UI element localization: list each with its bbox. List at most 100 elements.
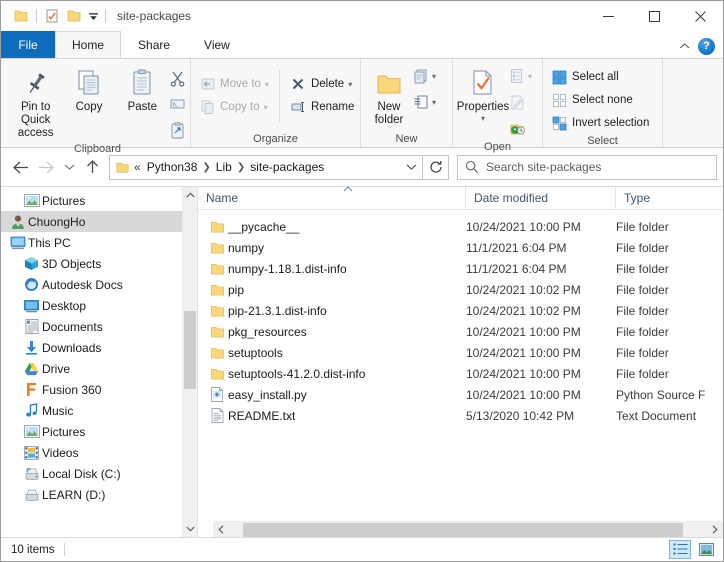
sidebar-item-downloads[interactable]: Downloads bbox=[1, 337, 197, 358]
table-row[interactable]: numpy-1.18.1.dist-info 11/1/2021 6:04 PM… bbox=[198, 258, 723, 279]
up-arrow-icon[interactable] bbox=[79, 154, 105, 180]
minimize-icon[interactable] bbox=[585, 1, 631, 31]
chevron-down-icon[interactable]: ▾ bbox=[264, 103, 268, 112]
scroll-right-icon[interactable] bbox=[707, 522, 723, 538]
rename-button[interactable]: Rename bbox=[286, 96, 358, 118]
sidebar-item-drive[interactable]: Drive bbox=[1, 358, 197, 379]
organize-col-2: Delete ▾ Rename bbox=[280, 70, 358, 118]
easy-access-button[interactable]: ▾ bbox=[413, 90, 436, 114]
new-item-button[interactable]: ▾ bbox=[413, 64, 436, 88]
table-row[interactable]: pkg_resources 10/24/2021 10:00 PM File f… bbox=[198, 321, 723, 342]
sidebar-item-documents[interactable]: Documents bbox=[1, 316, 197, 337]
refresh-icon[interactable] bbox=[423, 155, 449, 180]
tab-view[interactable]: View bbox=[187, 31, 247, 58]
copy-path-button[interactable]: \\.. bbox=[169, 92, 186, 116]
table-row[interactable]: setuptools-41.2.0.dist-info 10/24/2021 1… bbox=[198, 363, 723, 384]
folder-icon[interactable] bbox=[10, 5, 32, 27]
table-row[interactable]: pip-21.3.1.dist-info 10/24/2021 10:02 PM… bbox=[198, 300, 723, 321]
edit-button[interactable] bbox=[509, 90, 532, 114]
back-arrow-icon[interactable] bbox=[7, 154, 33, 180]
table-row[interactable]: numpy 11/1/2021 6:04 PM File folder bbox=[198, 237, 723, 258]
chevron-down-icon[interactable]: ▾ bbox=[432, 72, 436, 81]
column-header-type[interactable]: Type bbox=[616, 187, 723, 210]
search-input[interactable]: Search site-packages bbox=[486, 160, 601, 174]
column-header-name[interactable]: Name bbox=[198, 187, 466, 210]
details-view-button[interactable] bbox=[669, 540, 691, 559]
qat-customize-icon[interactable] bbox=[85, 6, 101, 26]
cut-button[interactable] bbox=[169, 66, 186, 90]
maximize-icon[interactable] bbox=[631, 1, 677, 31]
breadcrumb-item-python38[interactable]: Python38 bbox=[143, 160, 202, 174]
horizontal-scrollbar[interactable] bbox=[213, 521, 723, 537]
table-row[interactable]: easy_install.py 10/24/2021 10:00 PM Pyth… bbox=[198, 384, 723, 405]
breadcrumb-overflow[interactable]: « bbox=[134, 160, 143, 174]
chevron-down-icon[interactable]: ▾ bbox=[265, 80, 269, 89]
scroll-up-icon[interactable] bbox=[183, 187, 197, 203]
sidebar-item-this-pc[interactable]: This PC bbox=[1, 232, 197, 253]
table-row[interactable]: setuptools 10/24/2021 10:00 PM File fold… bbox=[198, 342, 723, 363]
sidebar-scroll-thumb[interactable] bbox=[184, 311, 196, 389]
close-icon[interactable] bbox=[677, 1, 723, 31]
copy-button[interactable]: Copy bbox=[62, 62, 115, 114]
tab-file[interactable]: File bbox=[1, 31, 55, 58]
move-to-button[interactable]: Move to ▾ bbox=[195, 73, 273, 95]
horizontal-scroll-track[interactable] bbox=[229, 522, 707, 538]
table-row[interactable]: pip 10/24/2021 10:02 PM File folder bbox=[198, 279, 723, 300]
paste-shortcut-button[interactable] bbox=[169, 118, 186, 142]
chevron-down-icon[interactable]: ▾ bbox=[481, 114, 485, 123]
column-header-date-modified[interactable]: Date modified bbox=[466, 187, 616, 210]
horizontal-scroll-thumb[interactable] bbox=[243, 523, 683, 537]
tab-home[interactable]: Home bbox=[55, 31, 121, 58]
sidebar-item-chuongho[interactable]: ChuongHo bbox=[1, 211, 197, 232]
chevron-down-icon[interactable]: ▾ bbox=[348, 80, 352, 89]
sidebar-item-music[interactable]: Music bbox=[1, 400, 197, 421]
sidebar-item-learn-d[interactable]: LEARN (D:) bbox=[1, 484, 197, 505]
file-name-label: pip bbox=[228, 283, 244, 297]
breadcrumb-item-lib[interactable]: Lib bbox=[212, 160, 236, 174]
address-dropdown-icon[interactable] bbox=[400, 163, 422, 171]
sidebar-item-fusion-360[interactable]: Fusion 360 bbox=[1, 379, 197, 400]
address-bar[interactable]: « Python38 ❯ Lib ❯ site-packages bbox=[109, 155, 423, 180]
chevron-down-icon[interactable]: ▾ bbox=[432, 98, 436, 107]
table-row[interactable]: README.txt 5/13/2020 10:42 PM Text Docum… bbox=[198, 405, 723, 426]
scroll-left-icon[interactable] bbox=[213, 522, 229, 538]
recent-locations-icon[interactable] bbox=[59, 154, 79, 180]
help-button[interactable]: ? bbox=[698, 38, 715, 55]
sidebar-item-3d-objects[interactable]: 3D Objects bbox=[1, 253, 197, 274]
new-folder-button[interactable]: New folder bbox=[365, 62, 413, 127]
sidebar-item-local-disk-c[interactable]: Local Disk (C:) bbox=[1, 463, 197, 484]
delete-button[interactable]: Delete ▾ bbox=[286, 73, 358, 95]
folder-icon bbox=[206, 325, 228, 339]
scroll-down-icon[interactable] bbox=[183, 521, 197, 537]
sidebar-scrollbar[interactable] bbox=[182, 187, 197, 537]
sidebar-item-pictures[interactable]: Pictures bbox=[1, 190, 197, 211]
file-name-cell: setuptools-41.2.0.dist-info bbox=[198, 363, 466, 384]
pin-to-quick-access-button[interactable]: Pin to Quick access bbox=[9, 62, 62, 140]
breadcrumb-item-site-packages[interactable]: site-packages bbox=[246, 160, 328, 174]
sidebar-item-autodesk-docs[interactable]: Autodesk Docs bbox=[1, 274, 197, 295]
paste-button[interactable]: Paste bbox=[116, 62, 169, 114]
chevron-up-icon[interactable] bbox=[674, 36, 694, 56]
forward-arrow-icon[interactable] bbox=[33, 154, 59, 180]
properties-icon[interactable] bbox=[41, 5, 63, 27]
open-button[interactable]: ▾ bbox=[509, 64, 532, 88]
table-row[interactable]: __pycache__ 10/24/2021 10:00 PM File fol… bbox=[198, 216, 723, 237]
sidebar-item-pictures-2[interactable]: Pictures bbox=[1, 421, 197, 442]
window-title: site-packages bbox=[117, 9, 191, 23]
invert-selection-button[interactable]: Invert selection bbox=[547, 112, 653, 134]
tab-share[interactable]: Share bbox=[121, 31, 187, 58]
select-all-button[interactable]: Select all bbox=[547, 66, 653, 88]
large-icons-view-button[interactable] bbox=[695, 540, 717, 559]
select-none-button[interactable]: Select none bbox=[547, 89, 653, 111]
sidebar-item-videos[interactable]: Videos bbox=[1, 442, 197, 463]
history-button[interactable] bbox=[509, 116, 532, 140]
sidebar-item-desktop[interactable]: Desktop bbox=[1, 295, 197, 316]
chevron-right-icon[interactable]: ❯ bbox=[201, 162, 211, 173]
chevron-right-icon[interactable]: ❯ bbox=[236, 162, 246, 173]
properties-button[interactable]: Properties ▾ bbox=[457, 62, 509, 123]
new-folder-icon[interactable] bbox=[63, 5, 85, 27]
search-box[interactable]: Search site-packages bbox=[457, 155, 717, 180]
chevron-down-icon[interactable]: ▾ bbox=[528, 72, 532, 81]
file-name-label: numpy-1.18.1.dist-info bbox=[228, 262, 347, 276]
copy-to-button[interactable]: Copy to ▾ bbox=[195, 96, 273, 118]
